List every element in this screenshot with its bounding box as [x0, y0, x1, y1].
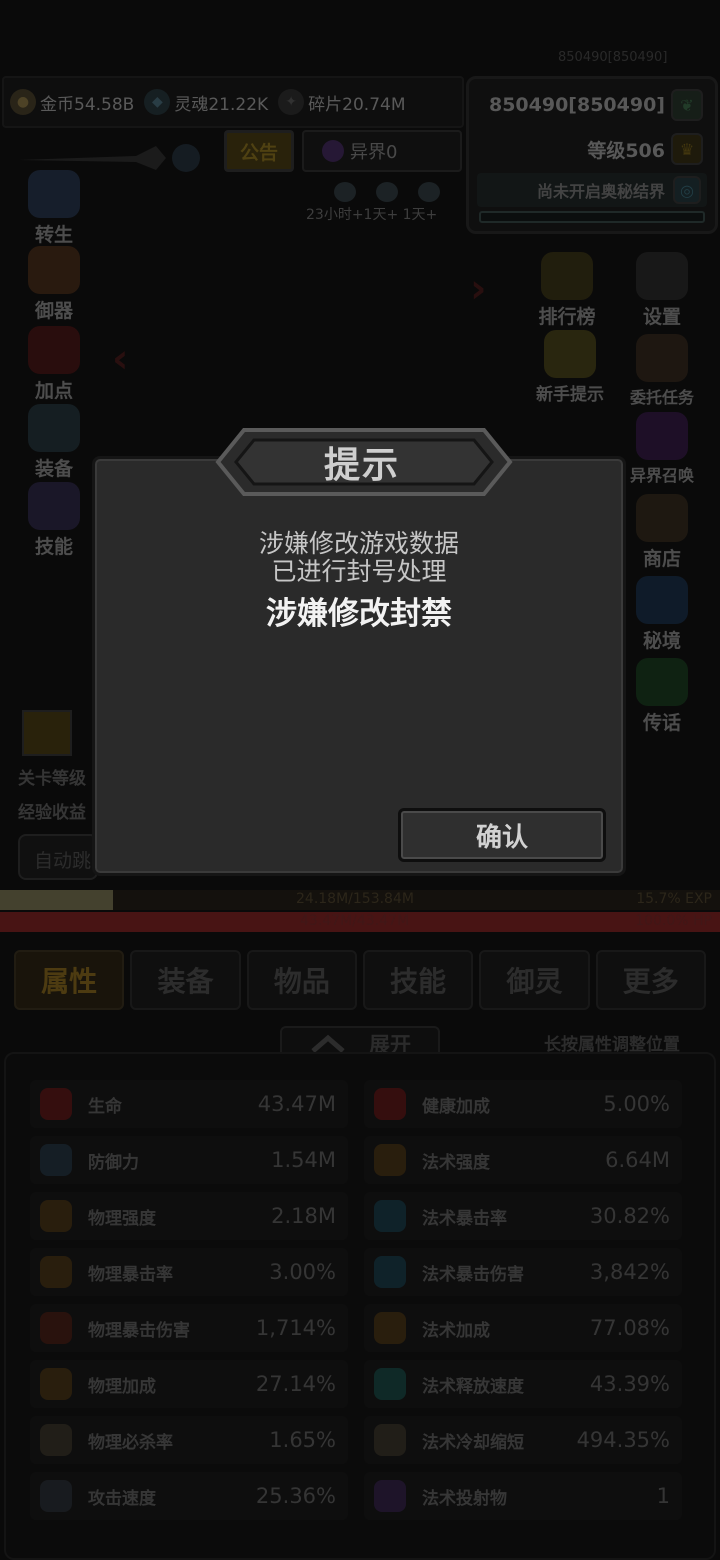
confirm-button[interactable]: 确认	[398, 808, 606, 862]
dialog-title: 提示	[323, 445, 400, 486]
dialog-message-line-2: 已进行封号处理	[271, 557, 447, 586]
dialog-message-highlight: 涉嫌修改封禁	[266, 596, 452, 632]
